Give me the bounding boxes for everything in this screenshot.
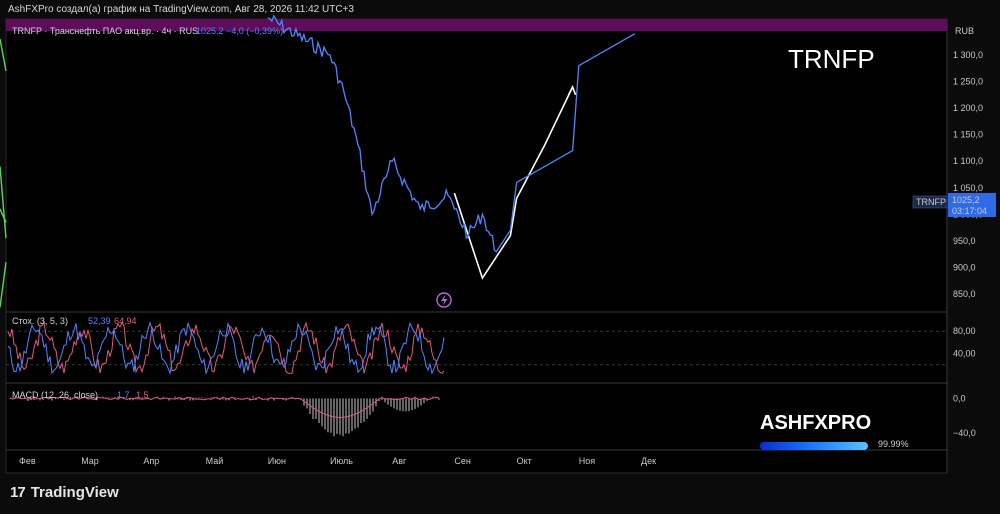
macd-tick-label: −40,0 (953, 428, 976, 438)
last-price-label: 1025,2 (952, 195, 980, 205)
time-tick-label: Июн (268, 456, 286, 466)
brand-watermark: ASHFXPRO 99.99% (760, 412, 920, 453)
price-tick-label: 1 200,0 (953, 103, 983, 113)
time-tick-label: Ноя (579, 456, 596, 466)
brand-progress-bar (760, 441, 868, 450)
bar-timer-label: 03:17:04 (952, 206, 987, 216)
chart-header: AshFXPro создал(а) график на TradingView… (8, 4, 354, 15)
price-tick-label: 1 150,0 (953, 130, 983, 140)
time-tick-label: Окт (517, 456, 532, 466)
stoch-d-value: 64,94 (114, 316, 137, 326)
symbol-last-change: 1025,2 −4,0 (−0,39%) (196, 26, 283, 36)
price-tick-label: 1 050,0 (953, 183, 983, 193)
price-tick-label: 1 250,0 (953, 77, 983, 87)
macd-value: 1,7 (117, 390, 130, 400)
time-tick-label: Сен (454, 456, 471, 466)
brand-name: ASHFXPRO (760, 412, 872, 434)
time-tick-label: Авг (392, 456, 407, 466)
tradingview-wordmark: TradingView (30, 484, 119, 501)
ticker-overlay-text: TRNFP (788, 44, 875, 74)
tradingview-logo[interactable]: 17 TradingView (10, 484, 119, 501)
price-tick-label: 850,0 (953, 289, 976, 299)
macd-legend: MACD (12, 26, close) (12, 390, 98, 400)
time-tick-label: Мар (81, 456, 99, 466)
macd-tick-label: 0,0 (953, 393, 966, 403)
price-tick-label: 1 300,0 (953, 50, 983, 60)
time-tick-label: Фев (19, 456, 36, 466)
price-tick-label: 900,0 (953, 262, 976, 272)
price-tick-label: 950,0 (953, 236, 976, 246)
time-tick-label: Дек (641, 456, 656, 466)
brand-percent: 99.99% (878, 438, 909, 449)
stoch-legend: Стох. (3, 5, 3) (12, 316, 68, 326)
price-tick-label: 1 100,0 (953, 156, 983, 166)
macd-signal-value: 1,5 (136, 390, 149, 400)
time-tick-label: Июль (330, 456, 353, 466)
stoch-k-value: 52,39 (88, 316, 111, 326)
symbol-tag-label: TRNFP (916, 197, 946, 207)
currency-label: RUB (955, 26, 974, 36)
stoch-tick-label: 40,00 (953, 349, 976, 359)
time-tick-label: Май (206, 456, 224, 466)
symbol-legend: TRNFP · Транснефть ПАО акц.вр. · 4ч · RU… (12, 26, 198, 36)
tradingview-mark-icon: 17 (10, 484, 26, 501)
time-tick-label: Апр (143, 456, 159, 466)
stoch-tick-label: 80,00 (953, 326, 976, 336)
